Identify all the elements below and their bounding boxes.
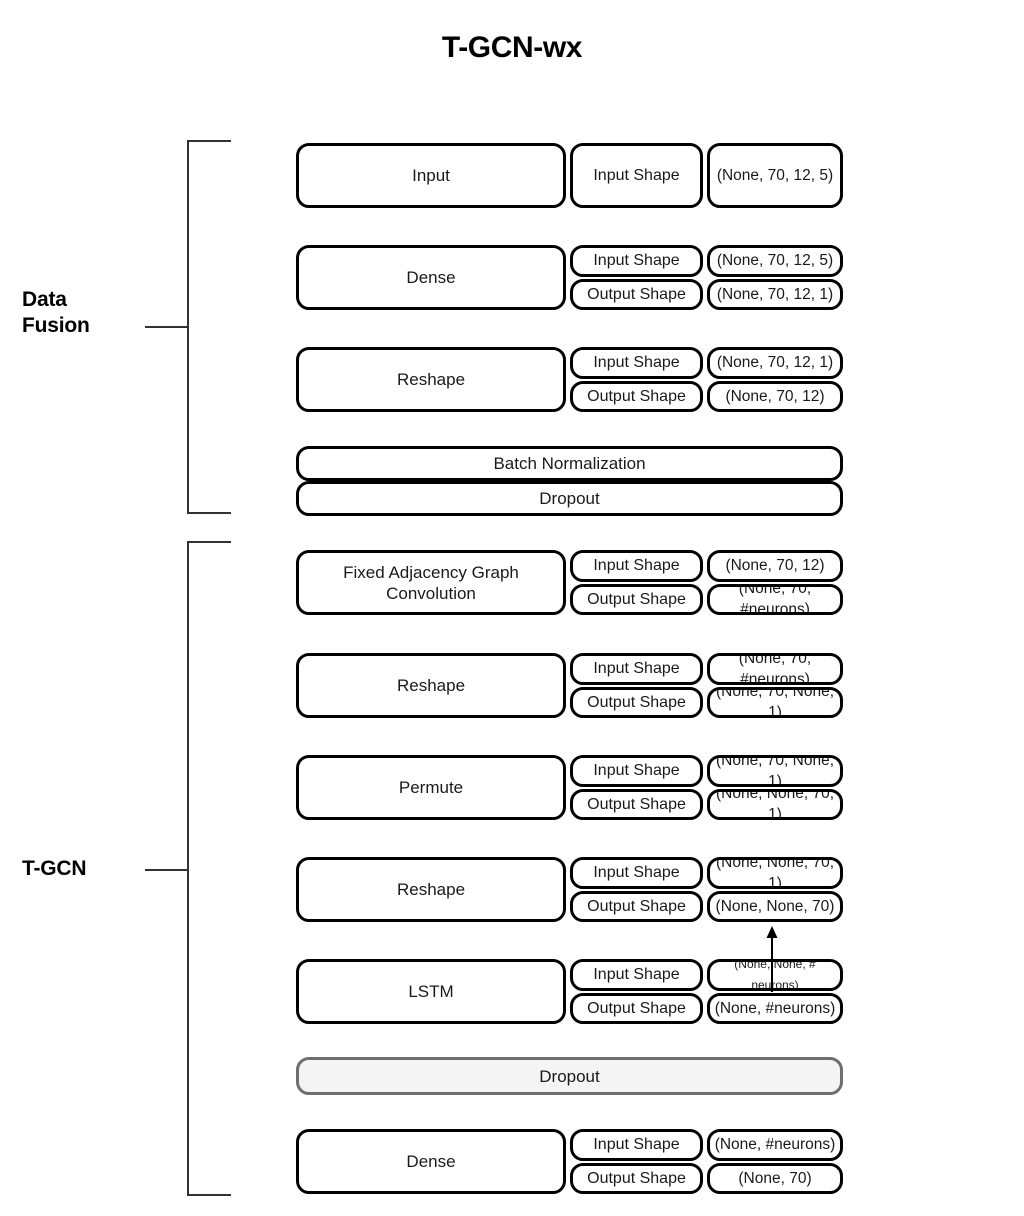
bracket-arm-top — [187, 140, 231, 142]
layer-row-lstm[interactable]: LSTM Input Shape (None, None, # neurons)… — [296, 959, 843, 1024]
input-shape-value: (None, 70, 12, 5) — [707, 245, 843, 277]
shape-line-output: Output Shape (None, #neurons) — [570, 992, 843, 1024]
layer-row-reshape-3[interactable]: Reshape Input Shape (None, None, 70, 1) … — [296, 857, 843, 922]
bracket-arm-top — [187, 541, 231, 543]
output-shape-label: Output Shape — [570, 992, 703, 1024]
group-label-t-gcn: T-GCN — [22, 856, 162, 882]
layer-name: Dropout — [296, 481, 843, 516]
layer-name: LSTM — [296, 959, 566, 1024]
layer-shapes: Input Shape (None, #neurons) Output Shap… — [570, 1129, 843, 1194]
shape-line-input: Input Shape (None, None, # neurons) — [570, 959, 843, 991]
shape-line-input: Input Shape (None, None, 70, 1) — [570, 857, 843, 889]
input-shape-label: Input Shape — [570, 143, 703, 208]
input-shape-value: (None, None, 70, 1) — [707, 857, 843, 889]
output-shape-value: (None, 70, #neurons) — [707, 583, 843, 615]
shape-line-output: Output Shape (None, None, 70, 1) — [570, 788, 843, 820]
input-shape-label: Input Shape — [570, 1129, 703, 1161]
output-shape-label: Output Shape — [570, 583, 703, 615]
layer-name: Dense — [296, 1129, 566, 1194]
group-label-line: T-GCN — [22, 857, 87, 880]
layer-row-reshape-2[interactable]: Reshape Input Shape (None, 70, #neurons)… — [296, 653, 843, 718]
layer-shapes: Input Shape (None, 70, 12, 5) Output Sha… — [570, 245, 843, 310]
output-shape-value: (None, 70, 12) — [707, 380, 843, 412]
input-shape-label: Input Shape — [570, 347, 703, 379]
output-shape-label: Output Shape — [570, 1162, 703, 1194]
layer-row-dropout-2[interactable]: Dropout — [296, 1057, 843, 1095]
layer-name: Permute — [296, 755, 566, 820]
output-shape-value: (None, 70) — [707, 1162, 843, 1194]
input-shape-label: Input Shape — [570, 653, 703, 685]
layer-name: Batch Normalization — [296, 446, 843, 481]
shape-line-input: Input Shape (None, 70, 12, 1) — [570, 347, 843, 379]
shape-line-output: Output Shape (None, 70, #neurons) — [570, 583, 843, 615]
layer-name: Reshape — [296, 857, 566, 922]
shape-line-output: Output Shape (None, 70, None, 1) — [570, 686, 843, 718]
layer-shapes: Input Shape (None, 70, None, 1) Output S… — [570, 755, 843, 820]
shape-line-output: Output Shape (None, 70, 12, 1) — [570, 278, 843, 310]
layer-shapes: Input Shape (None, 70, 12, 5) — [570, 143, 843, 208]
group-label-data-fusion: Data Fusion — [22, 287, 142, 339]
layer-shapes: Input Shape (None, 70, #neurons) Output … — [570, 653, 843, 718]
output-shape-label: Output Shape — [570, 890, 703, 922]
layer-shapes: Input Shape (None, None, 70, 1) Output S… — [570, 857, 843, 922]
input-shape-label: Input Shape — [570, 959, 703, 991]
output-shape-label: Output Shape — [570, 278, 703, 310]
input-shape-label: Input Shape — [570, 857, 703, 889]
shape-line-output: Output Shape (None, 70) — [570, 1162, 843, 1194]
layer-row-dense-2[interactable]: Dense Input Shape (None, #neurons) Outpu… — [296, 1129, 843, 1194]
layer-name: Reshape — [296, 653, 566, 718]
output-shape-value: (None, 70, None, 1) — [707, 686, 843, 718]
shape-line-input: Input Shape (None, 70, None, 1) — [570, 755, 843, 787]
shape-line-input: Input Shape (None, 70, 12, 5) — [570, 245, 843, 277]
layer-row-dense-1[interactable]: Dense Input Shape (None, 70, 12, 5) Outp… — [296, 245, 843, 310]
output-shape-value: (None, #neurons) — [707, 992, 843, 1024]
output-shape-value: (None, None, 70, 1) — [707, 788, 843, 820]
shape-line-input: Input Shape (None, 70, 12, 5) — [570, 143, 843, 208]
layer-shapes: Input Shape (None, 70, 12, 1) Output Sha… — [570, 347, 843, 412]
layer-name: Input — [296, 143, 566, 208]
recurrent-feedback-arrow-icon — [766, 926, 778, 992]
output-shape-value: (None, 70, 12, 1) — [707, 278, 843, 310]
output-shape-label: Output Shape — [570, 788, 703, 820]
page-title: T-GCN-wx — [441, 31, 583, 64]
layer-row-batch-normalization[interactable]: Batch Normalization — [296, 446, 843, 481]
layer-row-permute[interactable]: Permute Input Shape (None, 70, None, 1) … — [296, 755, 843, 820]
shape-line-input: Input Shape (None, 70, 12) — [570, 550, 843, 582]
layer-name: Fixed Adjacency Graph Convolution — [296, 550, 566, 615]
input-shape-value: (None, 70, 12, 5) — [707, 143, 843, 208]
input-shape-value: (None, 70, 12, 1) — [707, 347, 843, 379]
layer-name: Dropout — [296, 1057, 843, 1095]
shape-line-output: Output Shape (None, None, 70) — [570, 890, 843, 922]
input-shape-value: (None, 70, 12) — [707, 550, 843, 582]
layer-name: Dense — [296, 245, 566, 310]
input-shape-label: Input Shape — [570, 550, 703, 582]
shape-line-output: Output Shape (None, 70, 12) — [570, 380, 843, 412]
input-shape-value: (None, 70, None, 1) — [707, 755, 843, 787]
bracket-tick — [145, 326, 188, 328]
group-label-line: Data — [22, 288, 67, 311]
output-shape-label: Output Shape — [570, 380, 703, 412]
layer-shapes: Input Shape (None, 70, 12) Output Shape … — [570, 550, 843, 615]
group-label-line: Fusion — [22, 314, 90, 337]
input-shape-label: Input Shape — [570, 245, 703, 277]
bracket-arm-bottom — [187, 512, 231, 514]
shape-line-input: Input Shape (None, #neurons) — [570, 1129, 843, 1161]
layer-row-reshape-1[interactable]: Reshape Input Shape (None, 70, 12, 1) Ou… — [296, 347, 843, 412]
output-shape-label: Output Shape — [570, 686, 703, 718]
layer-row-fixed-adjacency-graph-convolution[interactable]: Fixed Adjacency Graph Convolution Input … — [296, 550, 843, 615]
layer-shapes: Input Shape (None, None, # neurons) Outp… — [570, 959, 843, 1024]
bracket-arm-bottom — [187, 1194, 231, 1196]
layer-row-input[interactable]: Input Input Shape (None, 70, 12, 5) — [296, 143, 843, 208]
shape-line-input: Input Shape (None, 70, #neurons) — [570, 653, 843, 685]
input-shape-value: (None, 70, #neurons) — [707, 653, 843, 685]
layer-name: Reshape — [296, 347, 566, 412]
output-shape-value: (None, None, 70) — [707, 890, 843, 922]
input-shape-value: (None, #neurons) — [707, 1129, 843, 1161]
layer-row-dropout-1[interactable]: Dropout — [296, 481, 843, 516]
input-shape-label: Input Shape — [570, 755, 703, 787]
